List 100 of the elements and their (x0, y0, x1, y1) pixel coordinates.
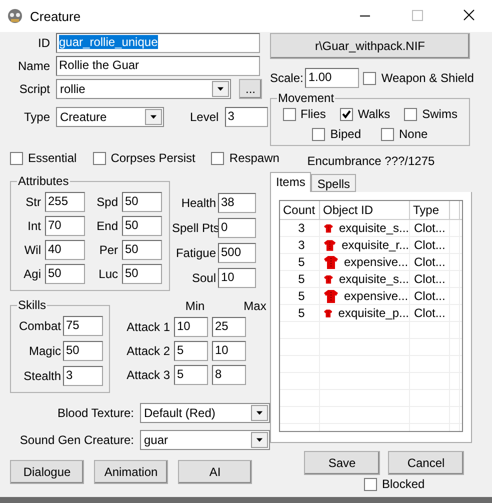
checkbox-label: Essential (28, 151, 77, 165)
checkbox-label: None (399, 127, 428, 141)
checkbox[interactable] (340, 108, 353, 120)
field-label: Sound Gen Creature: (18, 433, 134, 447)
checkbox-label: Walks (358, 107, 390, 121)
attribute-field[interactable]: 50 (122, 192, 162, 212)
column-header[interactable]: Type (410, 201, 450, 219)
object-id-cell: exquisite_r... (342, 238, 409, 252)
type-cell: Clot... (410, 254, 450, 270)
attribute-label: Int (26, 219, 41, 233)
column-header[interactable]: Count (280, 201, 320, 219)
group-title: Movement (277, 91, 336, 105)
count-cell: 5 (280, 254, 320, 270)
shirt-icon (324, 290, 338, 302)
action-button[interactable]: Animation (94, 460, 168, 484)
type-cell: Clot... (410, 220, 450, 236)
count-cell: 5 (280, 305, 320, 321)
attribute-label: Luc (98, 267, 118, 281)
script-dropdown[interactable]: rollie (56, 79, 231, 99)
column-header[interactable]: Object ID (320, 201, 410, 219)
checkbox[interactable] (363, 72, 376, 84)
attack-min-field[interactable]: 10 (174, 317, 208, 337)
shirt-icon (324, 238, 336, 252)
browse-button[interactable]: ... (239, 79, 262, 99)
skill-label: Combat (18, 319, 61, 333)
count-cell: 3 (280, 237, 320, 253)
group-title: Skills (17, 298, 48, 312)
skill-field[interactable]: 75 (63, 316, 103, 336)
action-button[interactable]: Dialogue (10, 460, 84, 484)
type-cell: Clot... (410, 237, 450, 253)
attribute-field[interactable]: 50 (122, 264, 162, 284)
id-field[interactable]: guar_rollie_unique (56, 33, 260, 53)
shirt-icon (324, 306, 332, 320)
checkbox-label: Weapon & Shield (381, 71, 474, 85)
attribute-field[interactable]: 40 (45, 240, 85, 260)
attribute-field[interactable]: 70 (45, 216, 85, 236)
action-button[interactable]: Cancel (388, 451, 464, 475)
checkbox[interactable] (10, 152, 23, 164)
stat-field[interactable]: 0 (218, 218, 256, 238)
object-id-cell: exquisite_p... (338, 306, 409, 320)
object-id-cell: expensive... (344, 255, 408, 269)
attribute-field[interactable]: 255 (45, 192, 85, 212)
shirt-icon (324, 222, 333, 234)
checkbox[interactable] (312, 128, 326, 140)
object-id-cell: expensive... (344, 289, 408, 303)
checkbox-label: Blocked (382, 477, 425, 491)
attack-max-field[interactable]: 8 (212, 365, 246, 385)
attribute-field[interactable]: 50 (122, 216, 162, 236)
checkbox-label: Corpses Persist (110, 151, 196, 165)
column-header: Min (184, 299, 206, 313)
field-label: Blood Texture: (56, 406, 134, 420)
attack-max-field[interactable]: 10 (212, 341, 246, 361)
shirt-icon (324, 272, 333, 286)
attack-max-field[interactable]: 25 (212, 317, 246, 337)
scale-field[interactable]: 1.00 (305, 68, 360, 88)
stat-label: Fatigue (174, 246, 216, 260)
checkbox[interactable] (381, 128, 394, 140)
attribute-label: Agi (22, 267, 41, 281)
encumbrance-text: Encumbrance ???/1275 (307, 154, 435, 168)
stat-label: Soul (190, 271, 216, 285)
attribute-label: Spd (96, 195, 118, 209)
tab[interactable]: Spells (311, 174, 356, 192)
blood-texture-dropdown[interactable]: Default (Red) (140, 403, 270, 423)
column-header: Max (242, 299, 268, 313)
attack-label: Attack 1 (126, 320, 170, 334)
checkbox[interactable] (92, 152, 106, 164)
attribute-label: End (96, 219, 118, 233)
sound-gen-dropdown[interactable]: guar (140, 430, 270, 450)
name-field[interactable]: Rollie the Guar (56, 56, 260, 76)
checkbox[interactable] (364, 478, 377, 490)
checkbox[interactable] (404, 108, 418, 120)
shirt-icon (324, 256, 338, 268)
checkbox-label: Respawn (229, 151, 280, 165)
attribute-label: Per (98, 243, 118, 257)
attribute-field[interactable]: 50 (122, 240, 162, 260)
field-label: Scale: (270, 71, 304, 85)
field-label: Script (18, 82, 50, 96)
stat-label: Health (180, 196, 216, 210)
creature-icon (6, 7, 24, 25)
checkbox[interactable] (211, 152, 224, 164)
level-field[interactable]: 3 (224, 107, 268, 127)
attribute-label: Str (24, 195, 41, 209)
attack-min-field[interactable]: 5 (174, 341, 208, 361)
attack-label: Attack 3 (126, 368, 170, 382)
action-button[interactable]: AI (178, 460, 252, 484)
stat-field[interactable]: 38 (218, 193, 256, 213)
tab[interactable]: Items (270, 172, 312, 192)
skill-field[interactable]: 3 (63, 366, 103, 386)
stat-field[interactable]: 500 (218, 243, 256, 263)
type-dropdown[interactable]: Creature (56, 107, 164, 127)
skill-field[interactable]: 50 (63, 341, 103, 361)
attack-min-field[interactable]: 5 (174, 365, 208, 385)
stat-field[interactable]: 10 (218, 268, 256, 288)
attribute-field[interactable]: 50 (45, 264, 85, 284)
model-button[interactable]: r\Guar_withpack.NIF (270, 33, 470, 59)
count-cell: 5 (280, 288, 320, 304)
action-button[interactable]: Save (304, 451, 380, 475)
checkbox-label: Flies (300, 107, 326, 121)
checkbox[interactable] (282, 108, 296, 120)
type-cell: Clot... (410, 271, 450, 287)
